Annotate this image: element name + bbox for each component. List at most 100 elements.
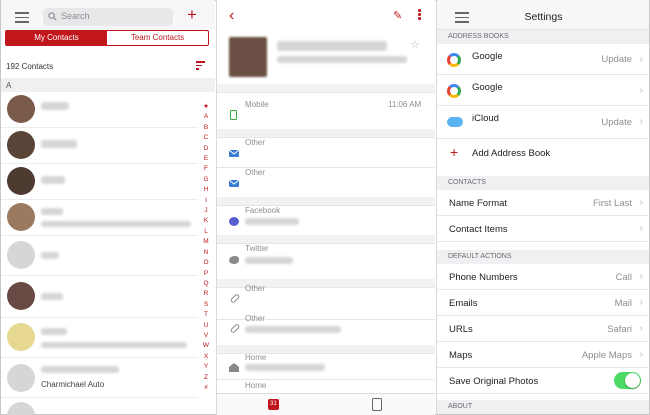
index-letter[interactable]: # <box>201 383 211 393</box>
index-letter[interactable]: F <box>201 164 211 174</box>
contact-row[interactable] <box>1 276 198 318</box>
field-email[interactable]: Other <box>217 167 435 197</box>
address-book-google[interactable]: Google › <box>437 75 649 106</box>
setting-contact-items[interactable]: Contact Items › <box>437 216 649 242</box>
index-letter[interactable]: T <box>201 310 211 320</box>
section-gap <box>217 129 435 137</box>
setting-name-format[interactable]: Name Format First Last › <box>437 190 649 216</box>
index-letter[interactable]: L <box>201 227 211 237</box>
index-letter[interactable]: A <box>201 112 211 122</box>
chevron-right-icon: › <box>639 116 643 127</box>
field-timestamp: 11:06 AM <box>388 100 422 109</box>
contact-detail-panel: ‹ ✎ ☆ Mobile 11:06 AM Other Other Facebo… <box>216 0 435 415</box>
index-letter[interactable]: C <box>201 133 211 143</box>
index-letter[interactable]: R <box>201 289 211 299</box>
section-header-default-actions: DEFAULT ACTIONS <box>437 250 649 264</box>
index-letter[interactable]: N <box>201 248 211 258</box>
address-book-label: Google <box>472 51 503 62</box>
tab-team-contacts[interactable]: Team Contacts <box>107 31 208 45</box>
section-gap <box>217 345 435 353</box>
save-photos-toggle[interactable] <box>614 372 641 389</box>
contact-row[interactable] <box>1 236 198 276</box>
index-letter[interactable]: P <box>201 269 211 279</box>
chevron-right-icon: › <box>639 223 643 234</box>
index-letter[interactable]: G <box>201 175 211 185</box>
setting-maps[interactable]: Maps Apple Maps › <box>437 342 649 368</box>
address-book-label: Google <box>472 82 503 93</box>
field-address[interactable]: Home <box>217 379 435 393</box>
more-options-icon[interactable] <box>418 9 421 21</box>
setting-label: Maps <box>449 350 473 361</box>
setting-save-original-photos: Save Original Photos <box>437 368 649 394</box>
contact-name <box>41 102 69 110</box>
index-letter[interactable]: V <box>201 331 211 341</box>
sort-icon[interactable] <box>196 61 205 70</box>
contact-row[interactable] <box>1 128 198 164</box>
index-letter[interactable]: S <box>201 300 211 310</box>
house-icon <box>229 363 239 372</box>
edit-icon[interactable]: ✎ <box>393 9 402 22</box>
field-address[interactable]: Home <box>217 353 435 379</box>
address-book-icloud[interactable]: iCloud Update › <box>437 106 649 139</box>
field-label: Home <box>245 353 267 362</box>
avatar <box>7 282 35 310</box>
search-input[interactable]: Search <box>43 8 173 26</box>
field-label: Other <box>245 314 266 323</box>
contact-row[interactable] <box>1 200 198 236</box>
index-letter[interactable]: Z <box>201 373 211 383</box>
mail-icon <box>229 180 239 187</box>
index-letter[interactable]: Q <box>201 279 211 289</box>
section-gap <box>217 235 435 243</box>
contact-row[interactable] <box>1 164 198 200</box>
setting-value: Apple Maps <box>581 350 632 361</box>
contact-photo <box>229 37 267 77</box>
field-email[interactable]: Other <box>217 137 435 167</box>
contact-row[interactable] <box>1 92 198 128</box>
add-contact-button[interactable]: + <box>187 6 197 24</box>
index-letter[interactable]: ★ <box>201 102 211 112</box>
index-letter[interactable]: E <box>201 154 211 164</box>
setting-label: Contact Items <box>449 224 508 235</box>
setting-emails[interactable]: Emails Mail › <box>437 290 649 316</box>
index-letter[interactable]: H <box>201 185 211 195</box>
contact-row[interactable]: Charmichael Auto <box>1 358 198 398</box>
index-letter[interactable]: W <box>201 341 211 351</box>
setting-value: Safari <box>607 324 632 335</box>
setting-urls[interactable]: URLs Safari › <box>437 316 649 342</box>
index-letter[interactable]: J <box>201 206 211 216</box>
index-letter[interactable]: K <box>201 216 211 226</box>
index-letter[interactable]: B <box>201 123 211 133</box>
setting-phone-numbers[interactable]: Phone Numbers Call › <box>437 264 649 290</box>
favorite-icon[interactable]: ☆ <box>410 38 420 51</box>
index-letter[interactable]: O <box>201 258 211 268</box>
add-address-book-button[interactable]: + Add Address Book <box>437 139 649 168</box>
index-letter[interactable]: D <box>201 144 211 154</box>
index-letter[interactable]: Y <box>201 362 211 372</box>
index-letter[interactable]: I <box>201 196 211 206</box>
back-button[interactable]: ‹ <box>229 8 234 24</box>
contact-name <box>41 208 63 215</box>
address-book-google[interactable]: Google Update › <box>437 44 649 75</box>
index-letter[interactable]: X <box>201 352 211 362</box>
field-mobile[interactable]: Mobile 11:06 AM <box>217 92 435 129</box>
contact-row[interactable] <box>1 398 198 415</box>
mail-icon <box>229 150 239 157</box>
contact-name <box>41 252 59 259</box>
field-twitter[interactable]: Twitter <box>217 243 435 279</box>
calendar-tab-icon[interactable]: 31 <box>268 399 279 410</box>
menu-icon[interactable] <box>15 12 29 23</box>
index-letter[interactable]: U <box>201 321 211 331</box>
section-header-address-books: ADDRESS BOOKS <box>437 30 649 44</box>
field-label: Other <box>245 138 266 147</box>
tab-my-contacts[interactable]: My Contacts <box>6 31 107 45</box>
alphabet-index[interactable]: ★ A B C D E F G H I J K L M N O P Q R S T U V W X Y Z # <box>201 102 211 393</box>
device-tab-icon[interactable] <box>372 398 382 411</box>
field-label: Mobile <box>245 100 269 109</box>
contacts-segment-control: My Contacts Team Contacts <box>5 30 209 46</box>
field-facebook[interactable]: Facebook <box>217 205 435 235</box>
google-icon <box>447 84 461 98</box>
address-book-label: iCloud <box>472 113 499 124</box>
index-letter[interactable]: M <box>201 237 211 247</box>
contact-row[interactable] <box>1 318 198 358</box>
phone-icon <box>230 110 237 120</box>
